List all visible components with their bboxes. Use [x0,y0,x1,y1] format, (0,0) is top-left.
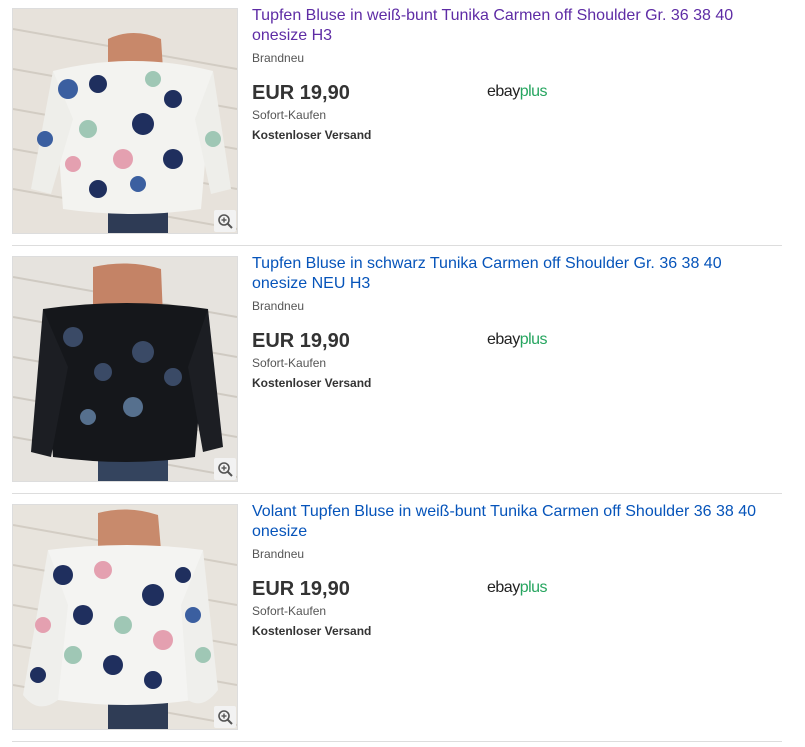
divider [12,493,782,494]
shipping-info: Kostenloser Versand [252,624,372,638]
ebay-plus-logo: ebayplus [487,83,548,100]
buying-format: Sofort-Kaufen [252,604,327,618]
listing-thumbnail[interactable] [12,504,238,730]
listing-title-link[interactable]: Volant Tupfen Bluse in weiß-bunt Tunika … [252,502,772,542]
item-price: EUR 19,90 [252,330,350,352]
ebay-plus-logo: ebayplus [487,331,548,348]
magnifier-plus-icon[interactable] [214,210,236,232]
buying-format: Sofort-Kaufen [252,356,327,370]
listing-thumbnail[interactable] [12,8,238,234]
item-condition: Brandneu [252,51,305,65]
listing-item: Tupfen Bluse in schwarz Tunika Carmen of… [0,248,782,495]
shipping-info: Kostenloser Versand [252,376,372,390]
item-price: EUR 19,90 [252,578,350,600]
listing-title-link[interactable]: Tupfen Bluse in schwarz Tunika Carmen of… [252,254,772,294]
ebay-plus-logo: ebayplus [487,579,548,596]
magnifier-plus-icon[interactable] [214,458,236,480]
blouse-photo [13,505,237,729]
listing-item: Tupfen Bluse in weiß-bunt Tunika Carmen … [0,0,782,247]
item-condition: Brandneu [252,299,305,313]
listing-item: Volant Tupfen Bluse in weiß-bunt Tunika … [0,496,782,743]
item-price: EUR 19,90 [252,82,350,104]
blouse-photo [13,9,237,233]
divider [12,245,782,246]
scrollbar[interactable] [795,0,805,747]
divider [12,741,782,742]
listing-thumbnail[interactable] [12,256,238,482]
buying-format: Sofort-Kaufen [252,108,327,122]
magnifier-plus-icon[interactable] [214,706,236,728]
item-condition: Brandneu [252,547,305,561]
shipping-info: Kostenloser Versand [252,128,372,142]
listing-title-link[interactable]: Tupfen Bluse in weiß-bunt Tunika Carmen … [252,6,772,46]
blouse-photo [13,257,237,481]
